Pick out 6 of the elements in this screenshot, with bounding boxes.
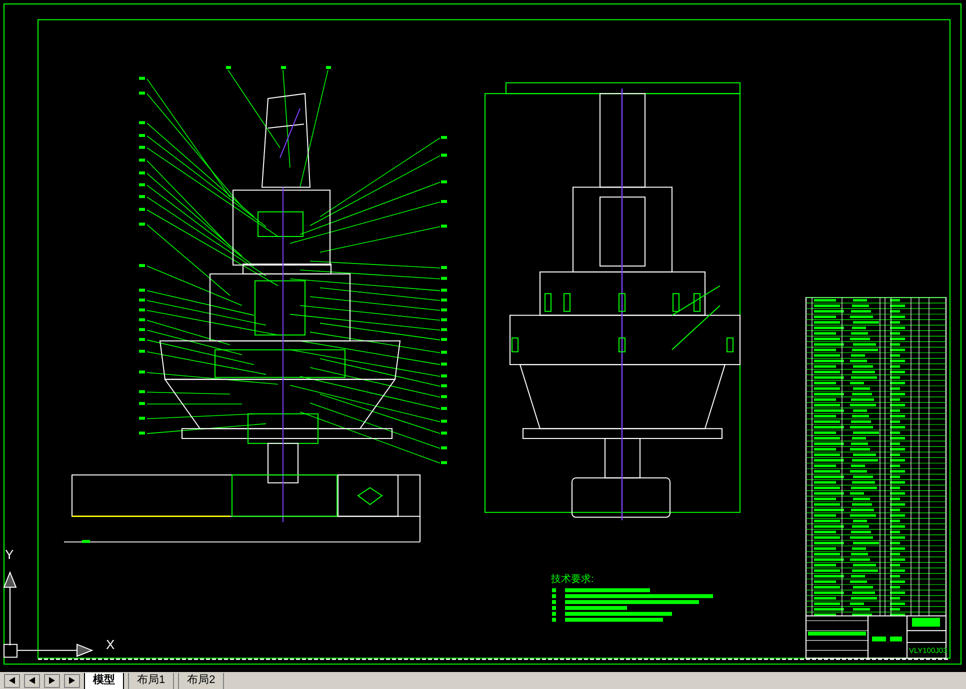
ucs-y-label: Y bbox=[5, 548, 14, 561]
layout-tab[interactable]: 模型 bbox=[84, 672, 124, 688]
requirements-heading: 技术要求: bbox=[551, 575, 594, 585]
layout-tab[interactable]: 布局1 bbox=[128, 672, 174, 688]
ucs-x-label: X bbox=[106, 638, 115, 651]
layout-tab[interactable]: 布局2 bbox=[178, 672, 224, 688]
